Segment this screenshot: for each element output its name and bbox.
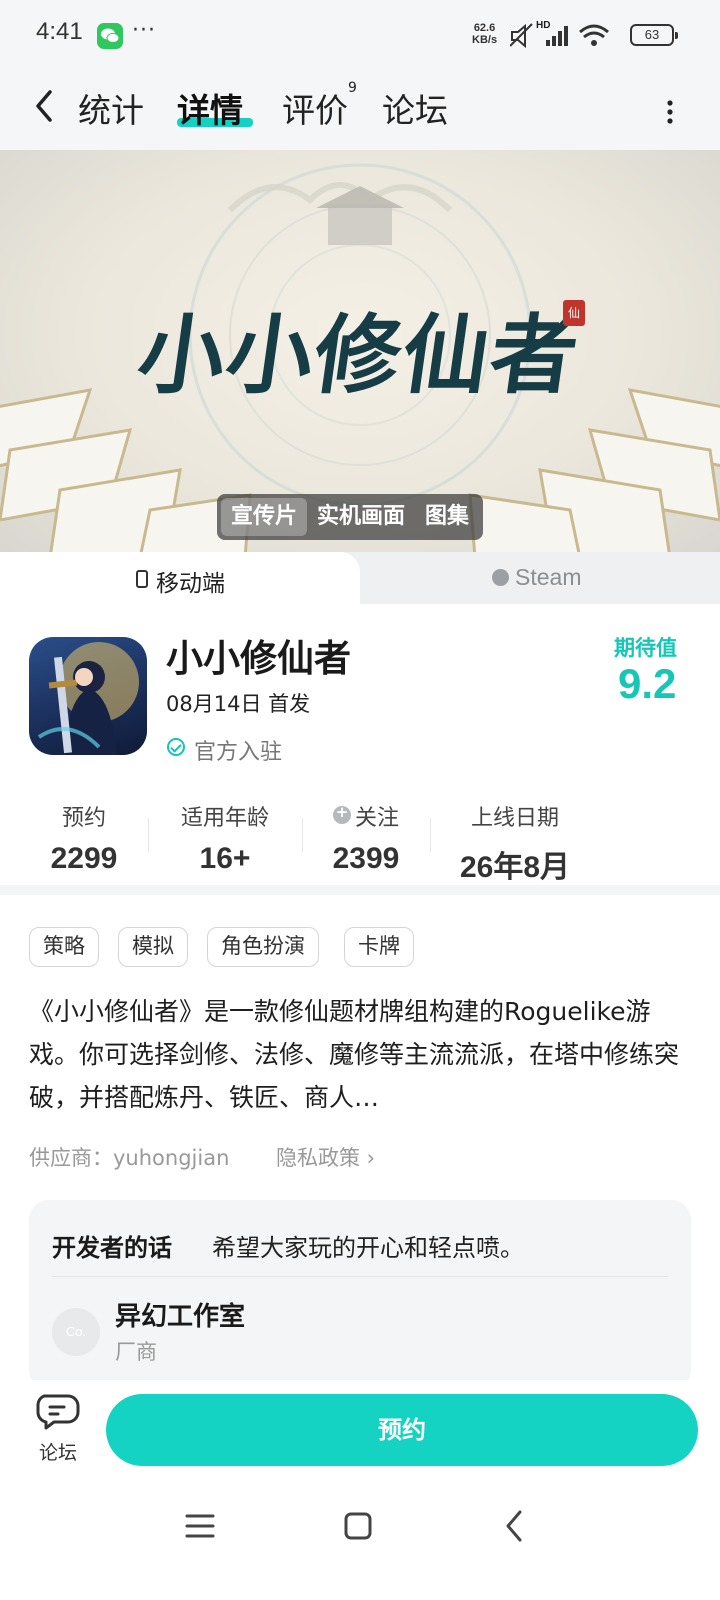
stat-label: 上线日期 (470, 806, 559, 831)
stat-divider (148, 818, 149, 852)
stat-value: 26年8月 (459, 851, 571, 884)
notification-more-icon: ··· (132, 18, 156, 43)
stat-value: 2299 (50, 842, 118, 875)
menu-icon (185, 1514, 215, 1538)
developer-note-text: 希望大家玩的开心和轻点喷。 (212, 1234, 524, 1262)
studio-name[interactable]: 异幻工作室 (115, 1296, 245, 1333)
hd-label: HD (536, 20, 551, 31)
forum-label: 论坛 (38, 1442, 77, 1464)
more-menu-button[interactable] (660, 92, 680, 132)
system-nav-bar (0, 1480, 720, 1600)
media-tabs: 宣传片 实机画面 图集 (217, 494, 484, 540)
stat-launch-date[interactable]: 上线日期 26年8月 (450, 800, 580, 886)
verified-check-icon (167, 738, 185, 756)
phone-icon (136, 570, 148, 588)
platform-tabs: 移动端 Steam (0, 552, 720, 604)
chevron-left-icon (36, 90, 52, 122)
tag-chip[interactable]: 卡牌 (344, 927, 414, 967)
stat-reservations[interactable]: 预约 2299 (36, 800, 132, 876)
stat-age-rating[interactable]: 适用年龄 16+ (170, 800, 280, 876)
wifi-icon (579, 24, 609, 46)
platform-tab-steam[interactable]: Steam (360, 552, 720, 604)
divider (52, 1276, 668, 1277)
stat-label: 关注 (354, 806, 399, 831)
bottom-action-bar: 论坛 预约 (0, 1380, 720, 1480)
app-icon (29, 637, 147, 755)
developer-card: 开发者的话 希望大家玩的开心和轻点喷。 Co. 异幻工作室 厂商 (29, 1200, 691, 1390)
banner-title-art: 小小修仙者 (131, 305, 586, 406)
platform-steam-label: Steam (515, 564, 582, 590)
tag-chip[interactable]: 角色扮演 (207, 927, 319, 967)
stat-divider (302, 818, 303, 852)
mute-icon (509, 23, 533, 49)
platform-mobile-label: 移动端 (156, 571, 225, 597)
stat-label: 适用年龄 (180, 806, 269, 831)
tab-reviews[interactable]: 评价 (282, 84, 348, 132)
back-icon (506, 1510, 522, 1542)
stat-value: 2399 (332, 842, 400, 875)
network-speed-value: 62.6 (473, 22, 496, 34)
status-icons: HD (509, 20, 620, 54)
section-divider (0, 885, 720, 895)
tab-stats[interactable]: 统计 (78, 84, 144, 132)
steam-icon (492, 569, 509, 586)
stat-divider (430, 818, 431, 852)
battery-icon: 63 (630, 24, 678, 46)
network-speed: 62.6 KB/s (472, 22, 497, 46)
more-vertical-icon (667, 100, 673, 124)
wechat-icon (97, 23, 123, 49)
media-tab-trailer[interactable]: 宣传片 (221, 498, 308, 536)
home-icon (344, 1512, 372, 1540)
expectation-score: 9.2 (618, 660, 677, 707)
promo-banner[interactable]: 小小修仙者 仙 宣传片 实机画面 图集 (0, 150, 720, 558)
media-tab-gallery[interactable]: 图集 (415, 498, 479, 536)
tag-chip[interactable]: 模拟 (118, 927, 188, 967)
developer-note-title: 开发者的话 (52, 1234, 172, 1262)
top-nav-bar: 统计 详情 评价 9 论坛 (0, 72, 720, 150)
reserve-button[interactable]: 预约 (106, 1394, 698, 1466)
stat-value: 16+ (199, 842, 251, 875)
privacy-policy-link[interactable]: 隐私政策 › (276, 1142, 375, 1172)
media-tab-gameplay[interactable]: 实机画面 (307, 498, 415, 536)
back-button[interactable] (26, 86, 66, 126)
forum-chat-icon (36, 1394, 80, 1430)
vendor-info: 供应商：yuhongjian (29, 1146, 230, 1170)
forum-button[interactable]: 论坛 (30, 1390, 86, 1470)
status-time: 4:41 (36, 18, 83, 45)
network-speed-unit: KB/s (472, 34, 498, 46)
studio-avatar[interactable]: Co. (52, 1308, 100, 1356)
app-name: 小小修仙者 (166, 637, 351, 680)
verified-label: 官方入驻 (194, 740, 283, 765)
release-date: 08月14日 首发 (166, 692, 311, 716)
tag-chip[interactable]: 策略 (29, 927, 99, 967)
tab-details[interactable]: 详情 (177, 84, 243, 132)
reviews-count-badge: 9 (348, 80, 357, 96)
expectation-label: 期待值 (614, 636, 677, 660)
tab-forum[interactable]: 论坛 (382, 84, 448, 132)
game-description[interactable]: 《小小修仙者》是一款修仙题材牌组构建的Roguelike游戏。你可选择剑修、法修… (29, 990, 691, 1118)
banner-seal: 仙 (563, 300, 585, 326)
status-bar: 4:41 ··· 62.6 KB/s HD 63 (0, 0, 720, 72)
stat-followers[interactable]: 关注 2399 (318, 800, 414, 876)
studio-role: 厂商 (115, 1340, 157, 1364)
heart-plus-icon (332, 803, 351, 824)
stat-label: 预约 (61, 806, 106, 831)
platform-tab-mobile[interactable]: 移动端 (0, 552, 360, 604)
